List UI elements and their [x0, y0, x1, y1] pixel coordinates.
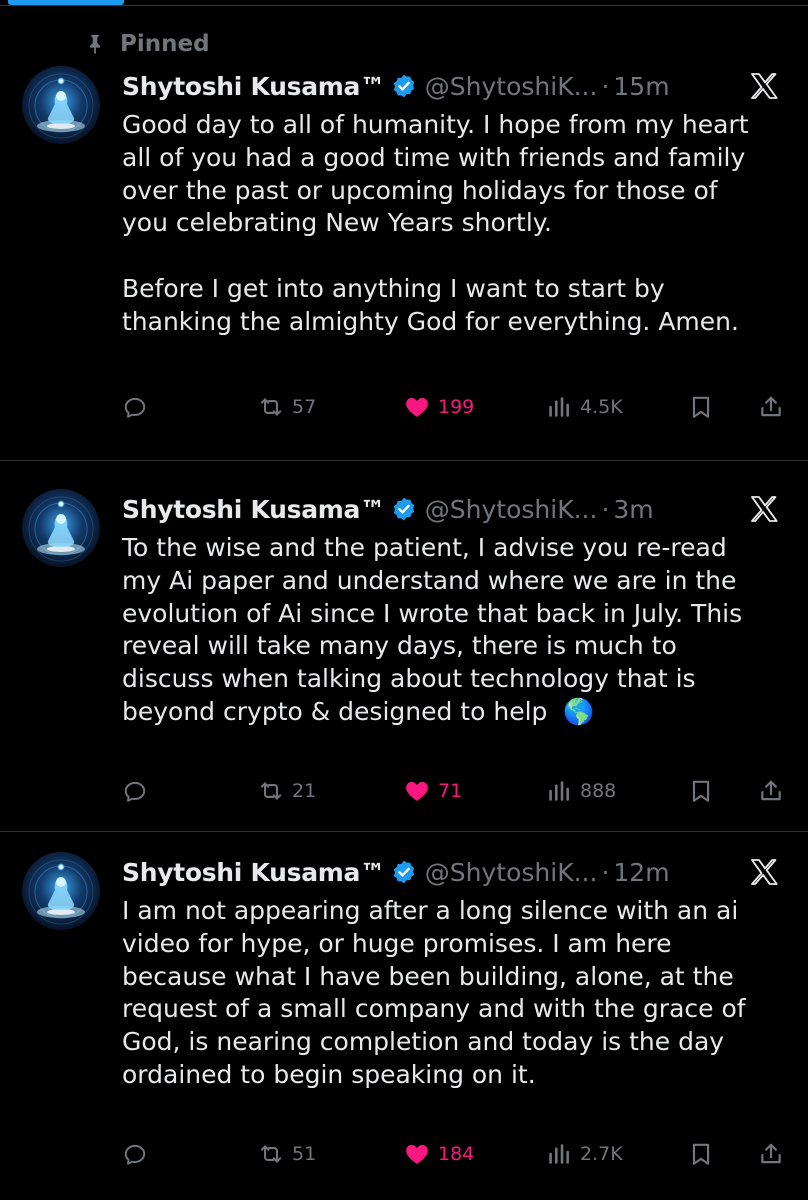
verified-badge-icon[interactable]: [391, 496, 417, 522]
separator: ·: [601, 857, 610, 887]
repost-icon: [260, 1145, 282, 1163]
tweet-header: Shytoshi Kusama™ @ShytoshiK... · 3m: [122, 489, 808, 529]
heart-icon: [406, 397, 428, 417]
repost-button[interactable]: 21: [258, 771, 316, 811]
pin-icon: [89, 34, 101, 55]
tweet-text: Good day to all of humanity. I hope from…: [122, 110, 749, 336]
share-icon: [761, 1143, 781, 1164]
timestamp[interactable]: 15m: [613, 72, 669, 101]
repost-count: 51: [292, 1143, 317, 1165]
views-icon: [549, 1144, 569, 1164]
repost-count: 57: [292, 396, 317, 418]
share-button[interactable]: [758, 771, 784, 811]
tweet-header: Shytoshi Kusama™ @ShytoshiK... · 15m: [122, 66, 808, 106]
like-button[interactable]: 199: [404, 387, 474, 427]
reply-icon: [124, 1144, 146, 1165]
tweet-text: I am not appearing after a long silence …: [122, 896, 746, 1089]
verified-badge-icon[interactable]: [391, 73, 417, 99]
x-logo-icon: [751, 73, 778, 99]
share-button[interactable]: [758, 387, 784, 427]
bookmark-button[interactable]: [688, 771, 714, 811]
avatar[interactable]: [22, 852, 100, 930]
reply-button[interactable]: [122, 387, 148, 427]
bookmark-icon: [692, 1143, 710, 1165]
user-handle[interactable]: @ShytoshiK...: [425, 858, 598, 887]
display-name[interactable]: Shytoshi Kusama™: [122, 495, 385, 524]
action-bar: 21 71 888: [122, 771, 792, 811]
pinned-label: Pinned: [120, 31, 210, 57]
like-count: 199: [438, 396, 475, 418]
avatar[interactable]: [22, 66, 100, 144]
display-name[interactable]: Shytoshi Kusama™: [122, 858, 385, 887]
reply-button[interactable]: [122, 1134, 148, 1174]
user-handle[interactable]: @ShytoshiK...: [425, 72, 598, 101]
bookmark-icon: [692, 780, 710, 802]
like-count: 184: [438, 1143, 475, 1165]
like-count: 71: [438, 780, 463, 802]
x-logo-icon: [751, 859, 778, 885]
avatar[interactable]: [22, 489, 100, 567]
views-button[interactable]: 4.5K: [546, 387, 623, 427]
repost-button[interactable]: 57: [258, 387, 316, 427]
share-button[interactable]: [758, 1134, 784, 1174]
repost-icon: [260, 782, 282, 800]
share-icon: [761, 780, 781, 801]
views-button[interactable]: 2.7K: [546, 1134, 623, 1174]
bookmark-button[interactable]: [688, 387, 714, 427]
view-count: 4.5K: [580, 396, 623, 418]
display-name[interactable]: Shytoshi Kusama™: [122, 72, 385, 101]
verified-badge-icon[interactable]: [391, 859, 417, 885]
separator: ·: [601, 71, 610, 101]
repost-count: 21: [292, 780, 317, 802]
tweet-text: To the wise and the patient, I advise yo…: [122, 533, 743, 726]
share-icon: [761, 396, 781, 417]
view-count: 2.7K: [580, 1143, 623, 1165]
bookmark-icon: [692, 396, 710, 418]
reply-icon: [124, 781, 146, 802]
view-count: 888: [580, 780, 617, 802]
tweet-card[interactable]: Shytoshi Kusama™ @ShytoshiK... · 3m To t…: [0, 461, 808, 831]
like-button[interactable]: 71: [404, 771, 462, 811]
like-button[interactable]: 184: [404, 1134, 474, 1174]
heart-icon: [406, 781, 428, 801]
reply-button[interactable]: [122, 771, 148, 811]
repost-icon: [260, 398, 282, 416]
reply-icon: [124, 397, 146, 418]
tweet-header: Shytoshi Kusama™ @ShytoshiK... · 12m: [122, 852, 808, 892]
repost-button[interactable]: 51: [258, 1134, 316, 1174]
user-handle[interactable]: @ShytoshiK...: [425, 495, 598, 524]
tweet-card[interactable]: Pinned Shytoshi Kusama™ @ShytoshiK... · …: [0, 0, 808, 460]
views-button[interactable]: 888: [546, 771, 616, 811]
tweet-card[interactable]: Shytoshi Kusama™ @ShytoshiK... · 12m I a…: [0, 832, 808, 1200]
separator: ·: [601, 494, 610, 524]
x-logo-icon: [751, 496, 778, 522]
action-bar: 51 184 2.7K: [122, 1134, 792, 1174]
views-icon: [549, 781, 569, 801]
bookmark-button[interactable]: [688, 1134, 714, 1174]
heart-icon: [406, 1144, 428, 1164]
action-bar: 57 199 4.5K: [122, 387, 792, 427]
timestamp[interactable]: 12m: [613, 858, 669, 887]
timestamp[interactable]: 3m: [613, 495, 653, 524]
views-icon: [549, 397, 569, 417]
pinned-indicator: Pinned: [84, 28, 210, 60]
